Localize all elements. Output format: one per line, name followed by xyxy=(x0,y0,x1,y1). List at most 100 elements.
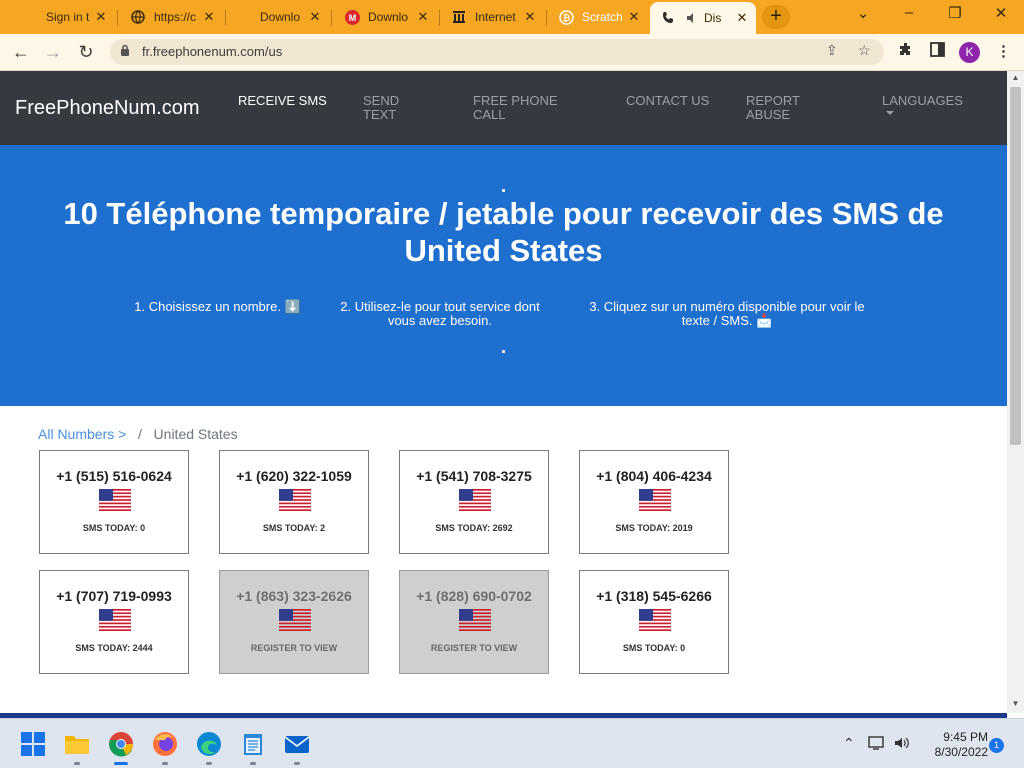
breadcrumb-all-numbers[interactable]: All Numbers > xyxy=(38,426,126,442)
tab-download-1[interactable]: Downlo ✕ xyxy=(226,4,329,30)
active-indicator xyxy=(114,762,128,765)
us-flag-icon xyxy=(99,489,131,511)
site-brand[interactable]: FreePhoneNum.com xyxy=(15,97,200,120)
sms-today-count: SMS TODAY: 0 xyxy=(82,523,146,533)
notepad-icon[interactable] xyxy=(240,731,266,757)
us-flag-icon xyxy=(279,609,311,631)
us-flag-icon xyxy=(99,609,131,631)
globe-icon xyxy=(130,9,146,25)
phone-number: +1 (863) 323-2626 xyxy=(236,588,352,604)
chrome-icon[interactable] xyxy=(108,731,134,757)
nav-languages[interactable]: Languages xyxy=(882,94,982,115)
phone-number: +1 (515) 516-0624 xyxy=(56,468,172,484)
phone-number-card[interactable]: +1 (828) 690-0702 REGISTER TO VIEW xyxy=(399,570,549,674)
tab-title: Scratch xyxy=(582,10,623,24)
clock-date: 8/30/2022 xyxy=(934,745,988,759)
edge-icon[interactable] xyxy=(196,731,222,757)
nav-send-text[interactable]: Send Text xyxy=(363,94,433,122)
step-1: 1. Choisissez un nombre. ⬇️ xyxy=(134,299,301,314)
browser-tab-strip: Sign in t ✕ https://c ✕ Downlo ✕ M Downl… xyxy=(0,0,1024,34)
mail-icon[interactable] xyxy=(284,731,310,757)
phone-number-card[interactable]: +1 (620) 322-1059 SMS TODAY: 2 xyxy=(219,450,369,554)
new-tab-button[interactable]: + xyxy=(762,5,790,29)
phone-number-card[interactable]: +1 (707) 719-0993 SMS TODAY: 2444 xyxy=(39,570,189,674)
phone-number-card[interactable]: +1 (863) 323-2626 REGISTER TO VIEW xyxy=(219,570,369,674)
phone-number: +1 (804) 406-4234 xyxy=(596,468,712,484)
show-hidden-icons-icon[interactable]: ⌃ xyxy=(843,735,855,752)
tab-download-2[interactable]: M Downlo ✕ xyxy=(334,4,437,30)
step-3: 3. Cliquez sur un numéro disponible pour… xyxy=(589,299,865,328)
web-page: FreePhoneNum.com Receive SMS Send Text F… xyxy=(0,71,1007,713)
phone-number-card[interactable]: +1 (541) 708-3275 SMS TODAY: 2692 xyxy=(399,450,549,554)
extensions-icon[interactable] xyxy=(898,42,914,62)
tab-internet-archive[interactable]: Internet ✕ xyxy=(441,4,544,30)
menu-kebab-icon[interactable]: ⋮ xyxy=(996,42,1011,60)
microsoft-icon xyxy=(236,9,252,25)
close-icon[interactable]: ✕ xyxy=(201,9,217,25)
firefox-icon[interactable] xyxy=(152,731,178,757)
clock-time: 9:45 PM xyxy=(943,730,988,744)
phone-number: +1 (828) 690-0702 xyxy=(416,588,532,604)
reload-icon[interactable]: ↻ xyxy=(73,40,99,66)
page-scrollbar[interactable]: ▲ ▼ xyxy=(1007,71,1024,713)
sms-today-count: SMS TODAY: 2019 xyxy=(615,523,693,533)
back-icon[interactable]: ← xyxy=(8,40,34,66)
start-icon[interactable] xyxy=(20,731,46,757)
tab-active[interactable]: Dis ✕ xyxy=(650,2,756,34)
windows-taskbar: ⌃ 9:45 PM 8/30/2022 1 xyxy=(0,718,1024,768)
volume-icon[interactable] xyxy=(893,735,911,754)
tab-separator xyxy=(117,10,118,26)
scroll-down-icon[interactable]: ▼ xyxy=(1010,699,1021,708)
tab-separator xyxy=(546,10,547,26)
side-panel-icon[interactable] xyxy=(930,42,945,61)
register-to-view-label: REGISTER TO VIEW xyxy=(250,643,338,653)
file-explorer-icon[interactable] xyxy=(64,731,90,757)
us-flag-icon xyxy=(459,609,491,631)
site-navbar: FreePhoneNum.com Receive SMS Send Text F… xyxy=(0,71,1007,145)
bookmark-star-icon[interactable]: ☆ xyxy=(858,42,871,59)
profile-avatar[interactable]: K xyxy=(959,42,980,63)
nav-report-abuse[interactable]: Report Abuse xyxy=(746,94,836,122)
phone-number-card[interactable]: +1 (515) 516-0624 SMS TODAY: 0 xyxy=(39,450,189,554)
tab-scratch[interactable]: ₿ Scratch ✕ xyxy=(548,4,648,30)
decor-dot xyxy=(502,350,505,353)
system-clock[interactable]: 9:45 PM 8/30/2022 xyxy=(918,730,988,760)
close-icon[interactable]: ✕ xyxy=(626,9,642,25)
scrollbar-thumb[interactable] xyxy=(1010,87,1021,445)
tab-title: Internet xyxy=(475,10,516,24)
us-flag-icon xyxy=(639,489,671,511)
phone-icon xyxy=(660,10,676,26)
nav-receive-sms[interactable]: Receive SMS xyxy=(238,94,328,108)
tab-title: Sign in t xyxy=(46,10,90,24)
share-icon[interactable]: ⇪ xyxy=(826,42,838,59)
notification-badge[interactable]: 1 xyxy=(989,738,1004,753)
running-indicator xyxy=(74,762,80,765)
bitcoin-icon: ₿ xyxy=(558,9,574,25)
close-icon[interactable]: ✕ xyxy=(522,9,538,25)
maximize-icon[interactable]: ❐ xyxy=(940,4,970,22)
close-icon[interactable]: ✕ xyxy=(415,9,431,25)
tab-https[interactable]: https://c ✕ xyxy=(120,4,223,30)
nav-contact-us[interactable]: Contact Us xyxy=(626,94,716,108)
network-icon[interactable] xyxy=(868,735,886,754)
decor-dot xyxy=(502,189,505,192)
tab-search-icon[interactable]: ⌄ xyxy=(848,4,878,22)
url-text[interactable]: fr.freephonenum.com/us xyxy=(142,44,282,59)
tab-title: Downlo xyxy=(260,10,301,24)
forward-icon[interactable]: → xyxy=(40,40,66,66)
caret-down-icon xyxy=(886,111,894,115)
close-icon[interactable]: ✕ xyxy=(307,9,323,25)
nav-free-phone-call[interactable]: Free Phone Call xyxy=(473,94,583,122)
close-window-icon[interactable]: ✕ xyxy=(986,4,1016,22)
close-icon[interactable]: ✕ xyxy=(93,9,109,25)
scroll-up-icon[interactable]: ▲ xyxy=(1010,73,1021,82)
running-indicator xyxy=(294,762,300,765)
minimize-icon[interactable]: – xyxy=(894,4,924,21)
lock-icon xyxy=(120,44,130,56)
phone-number-card[interactable]: +1 (804) 406-4234 SMS TODAY: 2019 xyxy=(579,450,729,554)
close-icon[interactable]: ✕ xyxy=(734,10,750,26)
sms-today-count: SMS TODAY: 2444 xyxy=(75,643,153,653)
tab-sign-in[interactable]: Sign in t ✕ xyxy=(12,4,115,30)
omnibox[interactable]: fr.freephonenum.com/us ⇪ ☆ xyxy=(110,39,884,65)
phone-number-card[interactable]: +1 (318) 545-6266 SMS TODAY: 0 xyxy=(579,570,729,674)
